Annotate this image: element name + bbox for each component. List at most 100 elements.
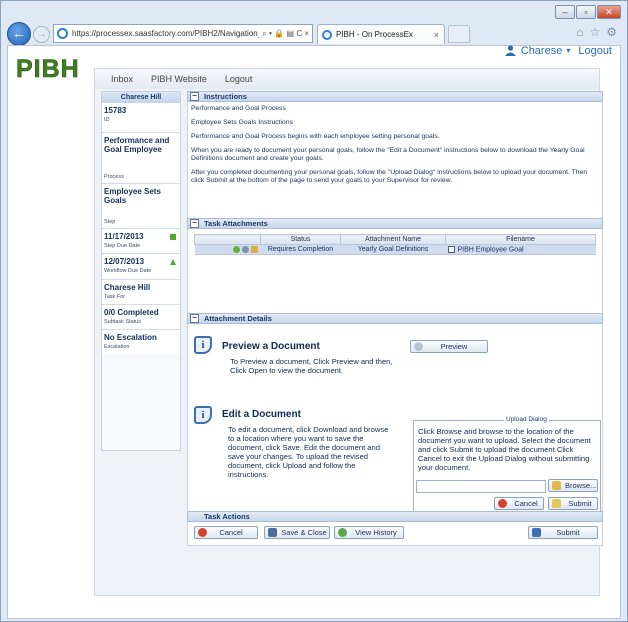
summary-label: Step Due Date	[104, 243, 141, 249]
browser-tab-active[interactable]: PIBH - On ProcessEx ×	[317, 24, 445, 44]
green-square-status-icon	[170, 234, 176, 240]
task-attachments-header[interactable]: − Task Attachments	[187, 218, 603, 229]
summary-value: 0/0 Completed	[104, 308, 159, 317]
view-history-button[interactable]: View History	[334, 526, 404, 539]
edit-icon[interactable]	[250, 246, 258, 253]
upload-submit-label: Submit	[568, 499, 592, 508]
address-tools[interactable]: ⌕ ▾ 🔒 ▤ C ×	[259, 29, 312, 39]
folder-icon	[552, 481, 561, 490]
tab-close-icon[interactable]: ×	[434, 30, 439, 40]
upload-instructions: Click Browse and browse to the location …	[418, 427, 591, 472]
summary-value: Charese Hill	[104, 283, 151, 292]
magnifier-icon	[414, 342, 423, 351]
summary-value: Performance and Goal Employee	[104, 136, 170, 154]
info-icon: i	[194, 336, 212, 354]
summary-label: Step	[104, 219, 116, 225]
cancel-button-label: Cancel	[219, 528, 243, 537]
browse-button-label: Browse...	[565, 481, 597, 490]
browser-chrome-icons: ⌂ ☆ ⚙	[576, 25, 617, 39]
save-close-button[interactable]: Save & Close	[264, 526, 330, 539]
task-summary-panel: Charese Hill 15783 ID Performance and Go…	[101, 91, 181, 451]
instructions-title: Instructions	[204, 92, 247, 101]
column-header-filename[interactable]: Filename	[445, 234, 596, 245]
attachment-details-body: i Preview a Document To Preview a docume…	[187, 324, 603, 514]
browse-button[interactable]: Browse...	[548, 479, 598, 492]
summary-subtask-status: 0/0 Completed Subtask Status	[102, 305, 180, 330]
pibh-logo: PIBH	[14, 52, 82, 82]
page-viewport: PIBH Charese ▾ Logout Inbox PIBH Website…	[7, 45, 621, 619]
collapse-icon[interactable]: −	[190, 92, 199, 101]
info-icon: i	[194, 406, 212, 424]
collapse-icon[interactable]: −	[190, 219, 199, 228]
submit-button-label: Submit	[556, 528, 580, 537]
cancel-button[interactable]: Cancel	[194, 526, 258, 539]
upload-cancel-label: Cancel	[514, 499, 538, 508]
task-actions-body: Cancel Save & Close View History Submit	[187, 522, 603, 546]
row-filename[interactable]: PIBH Employee Goal	[445, 244, 596, 255]
home-icon[interactable]: ⌂	[576, 25, 583, 39]
edit-title: Edit a Document	[222, 409, 301, 420]
address-bar[interactable]: https://processex.saasfactory.com/PIBH2/…	[53, 24, 313, 43]
chevron-down-icon[interactable]: ▾	[566, 46, 570, 55]
green-triangle-status-icon	[170, 259, 176, 265]
gear-icon[interactable]: ⚙	[606, 25, 617, 39]
instructions-paragraph: After you completed documenting your per…	[191, 169, 588, 184]
summary-process: Performance and Goal Employee Process	[102, 133, 180, 184]
file-path-input[interactable]	[416, 480, 546, 493]
summary-step: Employee Sets Goals Step	[102, 184, 180, 229]
instructions-header[interactable]: − Instructions	[187, 91, 603, 102]
forward-button[interactable]: →	[33, 26, 50, 43]
table-row[interactable]: Requires Completion Yearly Goal Definiti…	[194, 244, 596, 255]
summary-id: 15783 ID	[102, 103, 180, 133]
task-content: − Instructions Performance and Goal Proc…	[187, 91, 603, 573]
back-button[interactable]: ←	[7, 22, 31, 46]
summary-label: Subtask Status	[104, 319, 141, 325]
new-tab-button[interactable]	[448, 25, 470, 43]
nav-inbox[interactable]: Inbox	[111, 74, 133, 84]
attachments-table: Status Attachment Name Filename Requires…	[194, 234, 596, 255]
nav-logout[interactable]: Logout	[225, 74, 253, 84]
instructions-paragraph: Employee Sets Goals Instructions	[191, 119, 293, 126]
column-header-status[interactable]: Status	[260, 234, 341, 245]
summary-header: Charese Hill	[102, 92, 180, 103]
row-filename-text: PIBH Employee Goal	[457, 246, 524, 254]
user-area: Charese ▾ Logout	[504, 44, 612, 57]
address-url[interactable]: https://processex.saasfactory.com/PIBH2/…	[72, 29, 259, 38]
upload-cancel-button[interactable]: Cancel	[494, 497, 544, 510]
complete-icon[interactable]	[232, 246, 240, 253]
user-name-menu[interactable]: Charese	[521, 45, 563, 57]
close-window-button[interactable]: ✕	[597, 5, 621, 19]
pencil-icon	[552, 499, 561, 508]
browser-toolbar: ← → https://processex.saasfactory.com/PI…	[7, 22, 621, 46]
summary-value: No Escalation	[104, 333, 157, 342]
restore-button[interactable]: ▫	[576, 5, 596, 19]
column-header-attachment-name[interactable]: Attachment Name	[340, 234, 446, 245]
preview-instructions: To Preview a document, Click Preview and…	[230, 357, 393, 375]
favorites-icon[interactable]: ☆	[589, 25, 600, 39]
upload-submit-button[interactable]: Submit	[548, 497, 598, 510]
attachment-details-header[interactable]: − Attachment Details	[187, 313, 603, 324]
column-header-actions	[194, 234, 261, 245]
summary-value: Employee Sets Goals	[104, 187, 161, 205]
nav-pibh-website[interactable]: PIBH Website	[151, 74, 207, 84]
edit-instructions: To edit a document, click Download and b…	[228, 425, 389, 479]
submit-button[interactable]: Submit	[528, 526, 598, 539]
preview-icon[interactable]	[241, 246, 249, 253]
summary-label: Task For	[104, 294, 126, 300]
collapse-icon[interactable]: −	[190, 314, 199, 323]
upload-dialog-legend: Upload Dialog	[504, 416, 549, 423]
summary-label: Escalation	[104, 344, 130, 350]
save-icon	[268, 528, 277, 537]
cancel-icon	[498, 499, 507, 508]
user-icon	[504, 45, 516, 56]
window-controls: – ▫ ✕	[555, 5, 621, 19]
document-icon	[447, 245, 455, 253]
instructions-body: Performance and Goal Process Employee Se…	[187, 102, 603, 218]
app-frame: Inbox PIBH Website Logout Charese Hill 1…	[94, 68, 603, 596]
summary-workflow-due-date: 12/07/2013 Workflow Due Date	[102, 254, 180, 280]
save-close-button-label: Save & Close	[281, 528, 327, 537]
instructions-paragraph: Performance and Goal Process begins with…	[191, 133, 440, 140]
header-logout-link[interactable]: Logout	[578, 45, 612, 57]
minimize-button[interactable]: –	[555, 5, 575, 19]
preview-button[interactable]: Preview	[410, 340, 488, 353]
